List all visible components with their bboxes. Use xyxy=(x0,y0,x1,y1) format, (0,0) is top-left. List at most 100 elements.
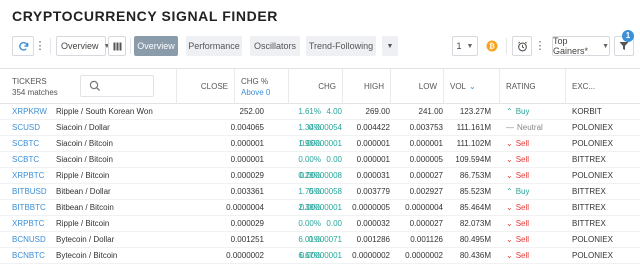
sort-select[interactable]: Top Gainers* ▼ xyxy=(552,36,610,56)
chg-value: 4.00 xyxy=(326,107,342,116)
volume-value: 80.495M xyxy=(459,235,491,244)
chg-pct-filter[interactable]: Above 0 xyxy=(241,88,288,97)
rating-label: Sell xyxy=(515,203,530,212)
header-rating[interactable]: RATING xyxy=(499,69,565,104)
ticker-link[interactable]: SCBTC xyxy=(12,136,39,152)
table-row[interactable]: SCBTC Siacoin / Bitcoin 0.000001 1.96% 0.000… xyxy=(0,136,640,152)
low-value: 0.001126 xyxy=(410,235,443,244)
header-high[interactable]: HIGH xyxy=(342,69,390,104)
volume-value: 109.594M xyxy=(455,155,491,164)
chg-value: 0.00 xyxy=(326,155,342,164)
high-value: 0.0000005 xyxy=(352,203,390,212)
low-value: 0.003753 xyxy=(409,123,443,132)
rating-cell: — Neutral xyxy=(506,120,543,136)
table-row[interactable]: SCUSD Siacoin / Dollar 0.004065 1.34% 0.0000… xyxy=(0,120,640,136)
ticker-link[interactable]: BITBUSD xyxy=(12,184,47,200)
table-row[interactable]: BITBBTC Bitbean / Bitcoin 0.0000004 2.38% 0.… xyxy=(0,200,640,216)
low-value: 241.00 xyxy=(418,107,443,116)
rating-sell-icon: ⌄ xyxy=(506,203,513,212)
close-value: 0.000029 xyxy=(230,171,264,180)
ticker-search-input[interactable] xyxy=(80,75,154,97)
rating-buy-icon: ⌃ xyxy=(506,107,513,116)
rating-sell-icon: ⌄ xyxy=(506,155,513,164)
high-value: 0.001286 xyxy=(356,235,390,244)
exchange-value: POLONIEX xyxy=(572,139,613,148)
ticker-link[interactable]: XRPBTC xyxy=(12,216,44,232)
columns-select[interactable]: Overview ▼ xyxy=(56,36,110,56)
rating-label: Sell xyxy=(515,251,530,260)
header-vol[interactable]: VOL ⌄ xyxy=(443,69,499,104)
rating-label: Sell xyxy=(515,171,530,180)
ticker-link[interactable]: XRPKRW xyxy=(12,104,47,120)
chg-value: 0.00000001 xyxy=(299,139,342,148)
volume-value: 111.161M xyxy=(456,123,491,132)
header-close[interactable]: CLOSE xyxy=(176,69,234,104)
exchange-value: BITTREX xyxy=(572,155,606,164)
rating-label: Sell xyxy=(515,155,530,164)
rating-label: Sell xyxy=(515,219,530,228)
ticker-link[interactable]: SCBTC xyxy=(12,152,39,168)
tab-overview[interactable]: Overview xyxy=(134,36,178,56)
low-value: 0.0000002 xyxy=(405,251,443,260)
ticker-description: Ripple / Bitcoin xyxy=(56,219,110,228)
exchange-value: KORBIT xyxy=(572,107,602,116)
high-value: 0.000031 xyxy=(356,171,390,180)
rating-cell: ⌄ Sell xyxy=(506,152,529,168)
ticker-link[interactable]: BCNUSD xyxy=(12,232,46,248)
tab-oscillators[interactable]: Oscillators xyxy=(250,36,300,56)
table-row[interactable]: XRPBTC Ripple / Bitcoin 0.000029 0.28% 0.000… xyxy=(0,168,640,184)
close-value: 0.004065 xyxy=(230,123,264,132)
low-value: 0.000001 xyxy=(409,139,443,148)
rating-cell: ⌃ Buy xyxy=(506,104,530,120)
rating-cell: ⌄ Sell xyxy=(506,216,529,232)
low-value: 0.002927 xyxy=(409,187,443,196)
table-row[interactable]: XRPBTC Ripple / Bitcoin 0.000029 0.00% 0.00 0… xyxy=(0,216,640,232)
interval-select[interactable]: 1 ▼ xyxy=(452,36,478,56)
more-tabs-button[interactable]: ▼ xyxy=(382,36,398,56)
close-value: 0.000001 xyxy=(230,139,264,148)
caret-down-icon: ▼ xyxy=(386,42,394,50)
bitcoin-icon: ₿ xyxy=(486,40,498,52)
table-row[interactable]: SCBTC Siacoin / Bitcoin 0.000001 0.00% 0.00 0… xyxy=(0,152,640,168)
currency-button[interactable]: ₿ xyxy=(484,36,500,56)
chg-value: 0.000054 xyxy=(308,123,342,132)
tab-trend-following[interactable]: Trend-Following xyxy=(306,36,376,56)
volume-value: 86.753M xyxy=(459,171,491,180)
exchange-value: POLONIEX xyxy=(572,171,613,180)
table-row[interactable]: XRPKRW Ripple / South Korean Won 252.00 1.6… xyxy=(0,104,640,120)
kebab-icon: ⋮ xyxy=(534,39,546,52)
header-tickers[interactable]: TICKERS 354 matches xyxy=(6,69,76,104)
table-row[interactable]: BCNBTC Bytecoin / Bitcoin 0.0000002 6.67% 0.… xyxy=(0,248,640,264)
header-low[interactable]: LOW xyxy=(390,69,443,104)
rating-buy-icon: ⌃ xyxy=(506,187,513,196)
caret-down-icon: ▼ xyxy=(602,42,609,50)
alarm-clock-icon xyxy=(517,41,527,51)
refresh-button[interactable] xyxy=(12,36,34,56)
rating-neutral-icon: — xyxy=(506,123,514,132)
more-options-button[interactable]: ⋮ xyxy=(34,36,46,56)
table-row[interactable]: BITBUSD Bitbean / Dollar 0.003361 1.75% 0.00… xyxy=(0,184,640,200)
header-exchange[interactable]: EXC... xyxy=(565,69,640,104)
ticker-link[interactable]: BCNBTC xyxy=(12,248,45,264)
tab-performance[interactable]: Performance xyxy=(186,36,242,56)
toolbar: ⋮ Overview ▼ Overview Performance Oscilla… xyxy=(0,36,640,58)
exchange-value: POLONIEX xyxy=(572,251,613,260)
chg-value: 0.00000001 xyxy=(299,251,342,260)
ticker-link[interactable]: BITBBTC xyxy=(12,200,46,216)
alert-button[interactable] xyxy=(512,36,532,56)
alert-options-button[interactable]: ⋮ xyxy=(534,36,546,56)
volume-value: 80.436M xyxy=(459,251,491,260)
exchange-value: BITTREX xyxy=(572,187,606,196)
ticker-link[interactable]: SCUSD xyxy=(12,120,40,136)
exchange-value: BITTREX xyxy=(572,219,606,228)
funnel-icon xyxy=(619,42,629,50)
ticker-link[interactable]: XRPBTC xyxy=(12,168,44,184)
column-settings-button[interactable] xyxy=(108,36,126,56)
filter-count-badge: 1 xyxy=(622,30,634,42)
header-chg[interactable]: CHG xyxy=(288,69,342,104)
table-row[interactable]: BCNUSD Bytecoin / Dollar 0.001251 6.01% 0.00… xyxy=(0,232,640,248)
caret-down-icon: ▼ xyxy=(466,42,474,50)
header-chg-pct[interactable]: CHG % Above 0 xyxy=(234,69,288,104)
rating-cell: ⌄ Sell xyxy=(506,200,529,216)
rating-label: Buy xyxy=(515,107,530,116)
